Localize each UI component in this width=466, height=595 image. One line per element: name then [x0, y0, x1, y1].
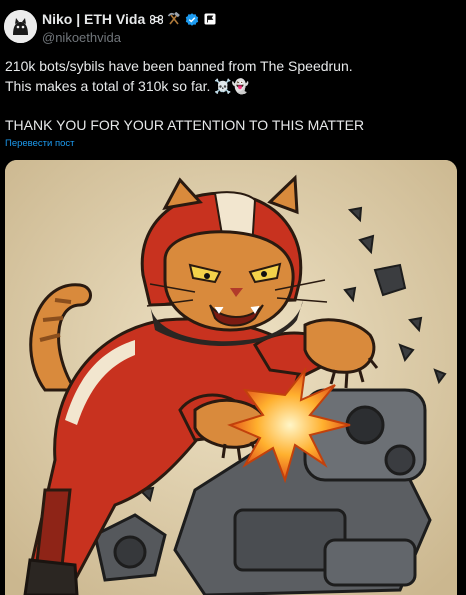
hammer-pick-icon: [167, 12, 181, 26]
verified-badge-icon[interactable]: [185, 12, 199, 26]
avatar-cat-icon: [4, 10, 37, 43]
tweet-text-line-2: This makes a total of 310k so far. ☠️👻: [5, 78, 250, 94]
author-display-name[interactable]: Niko | ETH Vida: [42, 11, 145, 27]
tweet-text-line-1: 210k bots/sybils have been banned from T…: [5, 58, 353, 74]
author-name-row: Niko | ETH Vida: [42, 10, 217, 28]
avatar[interactable]: [4, 10, 37, 43]
cat-racer-smashing-robot-illustration: [5, 160, 457, 595]
flag-icon: [203, 12, 217, 26]
tweet-text-line-3: THANK YOU FOR YOUR ATTENTION TO THIS MAT…: [5, 117, 365, 133]
translate-post-link[interactable]: Перевести пост: [5, 138, 74, 149]
command-key-icon: [149, 12, 163, 26]
author-handle[interactable]: @nikoethvida: [42, 30, 121, 45]
tweet-media-image[interactable]: [5, 160, 457, 595]
